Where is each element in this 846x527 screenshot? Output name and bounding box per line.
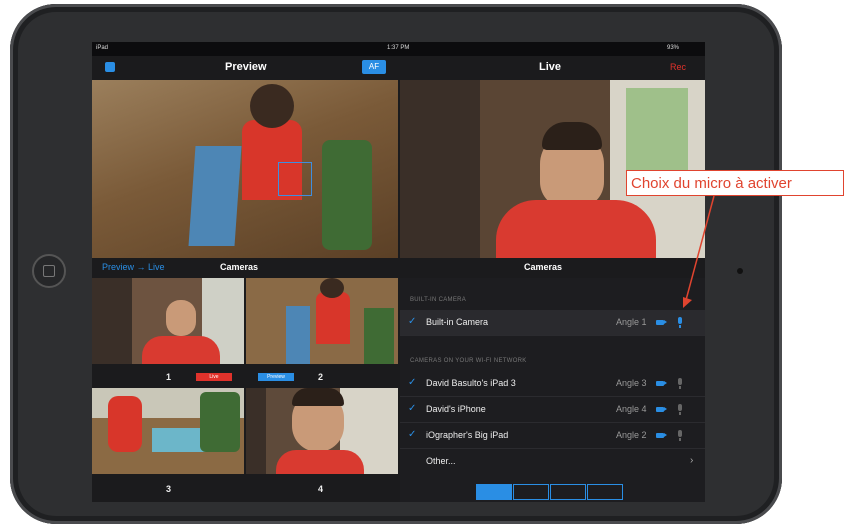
video-camera-icon[interactable] — [656, 433, 667, 438]
preview-badge: Preview — [258, 373, 294, 381]
camera-name: Built-in Camera — [426, 317, 489, 327]
device-label: iPad — [96, 45, 109, 51]
status-bar: iPad 1:37 PM 93% — [92, 42, 705, 56]
home-button[interactable] — [32, 254, 66, 288]
microphone-icon[interactable] — [678, 378, 682, 389]
tile-number-4: 4 — [318, 484, 324, 494]
clock: 1:37 PM — [387, 45, 410, 51]
camera-name: iOgrapher's Big iPad — [426, 430, 509, 440]
checkmark-icon: ✓ — [408, 377, 417, 388]
checkmark-icon: ✓ — [408, 316, 417, 327]
autofocus-button[interactable]: AF — [362, 60, 386, 74]
settings-icon[interactable] — [105, 62, 115, 72]
view-mode-tabbar — [476, 484, 624, 500]
camera-tile-1[interactable] — [92, 278, 244, 364]
video-camera-icon[interactable] — [656, 320, 667, 325]
tile-number-3: 3 — [166, 484, 172, 494]
tab-camera-view[interactable] — [476, 484, 512, 500]
camera-angle: Angle 1 — [616, 317, 647, 327]
live-video[interactable] — [400, 80, 705, 258]
preview-to-live-toggle[interactable]: Preview → Live — [102, 262, 165, 272]
preview-video[interactable] — [92, 80, 398, 258]
video-camera-icon[interactable] — [656, 407, 667, 412]
camera-tile-4[interactable] — [246, 388, 398, 474]
camera-list-panel: BUILT-IN CAMERA ✓ Built-in Camera Angle … — [400, 278, 705, 502]
camera-tile-3[interactable] — [92, 388, 244, 474]
camera-row-builtin[interactable]: ✓ Built-in Camera Angle 1 — [400, 310, 705, 336]
checkmark-icon: ✓ — [408, 429, 417, 440]
cameras-title-right: Cameras — [524, 262, 563, 272]
cameras-title-left: Cameras — [220, 262, 259, 272]
microphone-icon[interactable] — [678, 317, 682, 328]
tab-split-view[interactable] — [550, 484, 586, 500]
builtin-camera-header: BUILT-IN CAMERA — [410, 297, 467, 303]
live-badge: Live — [196, 373, 232, 381]
other-label: Other... — [426, 456, 456, 466]
camera-angle: Angle 4 — [616, 404, 647, 414]
camera-angle: Angle 3 — [616, 378, 647, 388]
annotation-callout: Choix du micro à activer — [626, 170, 844, 196]
video-camera-icon[interactable] — [656, 381, 667, 386]
checkmark-icon: ✓ — [408, 403, 417, 414]
front-camera — [737, 268, 743, 274]
tile-number-1: 1 — [166, 372, 172, 382]
camera-row-other[interactable]: Other... › — [400, 449, 705, 474]
camera-name: David's iPhone — [426, 404, 486, 414]
camera-row-network[interactable]: ✓ David's iPhone Angle 4 — [400, 397, 705, 423]
camera-row-network[interactable]: ✓ David Basulto's iPad 3 Angle 3 — [400, 371, 705, 397]
network-cameras-header: CAMERAS ON YOUR WI-FI NETWORK — [410, 358, 527, 364]
app-screen: iPad 1:37 PM 93% Preview AF Live Rec Pre… — [92, 42, 705, 502]
live-title: Live — [539, 61, 562, 73]
microphone-icon[interactable] — [678, 404, 682, 415]
nav-bar: Preview AF Live Rec — [92, 56, 705, 80]
camera-name: David Basulto's iPad 3 — [426, 378, 516, 388]
battery-level: 93% — [667, 45, 680, 51]
cameras-section-row: Preview → Live Cameras Cameras — [92, 258, 705, 278]
microphone-icon[interactable] — [678, 430, 682, 441]
chevron-right-icon: › — [690, 455, 694, 466]
record-button[interactable]: Rec — [670, 62, 686, 72]
tab-fullscreen-view[interactable] — [513, 484, 549, 500]
preview-title: Preview — [225, 61, 267, 73]
focus-box — [278, 162, 312, 196]
camera-tile-2[interactable] — [246, 278, 398, 364]
camera-angle: Angle 2 — [616, 430, 647, 440]
tile-number-2: 2 — [318, 372, 324, 382]
camera-row-network[interactable]: ✓ iOgrapher's Big iPad Angle 2 — [400, 423, 705, 449]
tab-grid-view[interactable] — [587, 484, 623, 500]
